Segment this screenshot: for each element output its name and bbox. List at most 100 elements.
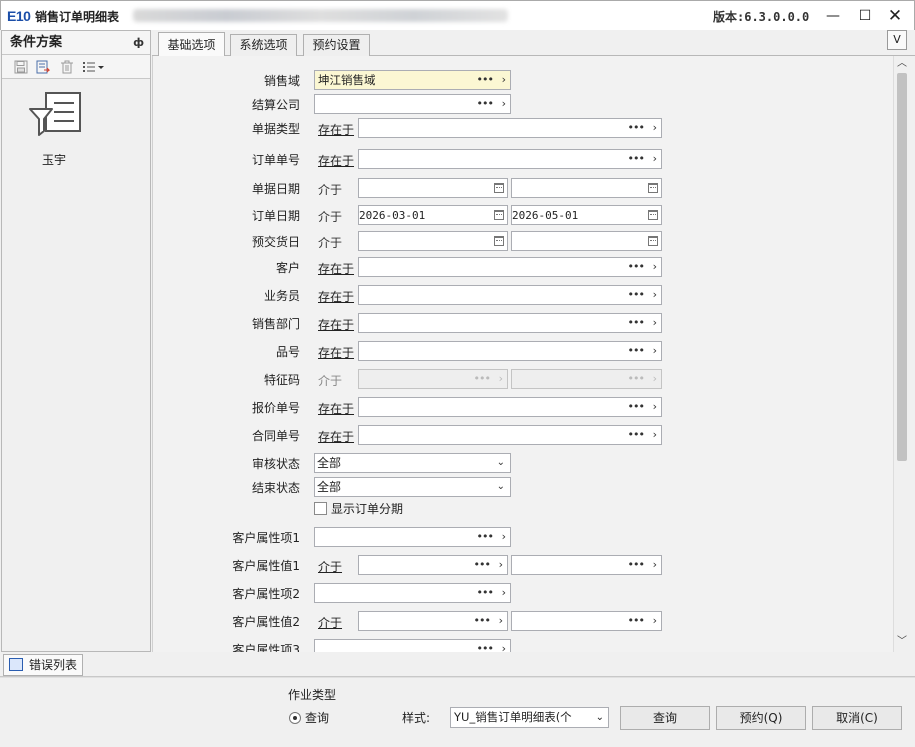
- cust-attr-item2-field[interactable]: ••• ›: [314, 583, 511, 603]
- customer-operator[interactable]: 存在于: [318, 260, 354, 277]
- browse-icon[interactable]: •••: [628, 314, 645, 332]
- close-status-select[interactable]: 全部 ⌄: [314, 477, 511, 497]
- scroll-up-icon[interactable]: ︿: [894, 56, 910, 72]
- chevron-right-icon[interactable]: ›: [499, 556, 503, 574]
- cust-attr-value2-to[interactable]: ••• ›: [511, 611, 662, 631]
- filter-scheme-icon[interactable]: [28, 91, 84, 139]
- minimize-button[interactable]: —: [821, 5, 845, 27]
- save-as-icon[interactable]: [36, 60, 50, 74]
- quote-no-field[interactable]: ••• ›: [358, 397, 662, 417]
- calendar-icon[interactable]: [494, 236, 504, 246]
- doc-type-operator[interactable]: 存在于: [318, 121, 354, 138]
- chevron-right-icon[interactable]: ›: [499, 612, 503, 630]
- tab-error-list[interactable]: 错误列表: [3, 654, 83, 676]
- audit-status-select[interactable]: 全部 ⌄: [314, 453, 511, 473]
- sales-dept-field[interactable]: ••• ›: [358, 313, 662, 333]
- query-button[interactable]: 查询: [620, 706, 710, 730]
- chevron-right-icon[interactable]: ›: [653, 150, 657, 168]
- cust-attr-item1-field[interactable]: ••• ›: [314, 527, 511, 547]
- browse-icon[interactable]: •••: [628, 426, 645, 444]
- calendar-icon[interactable]: [494, 210, 504, 220]
- tab-basic-options[interactable]: 基础选项: [158, 32, 225, 57]
- browse-icon[interactable]: •••: [628, 556, 645, 574]
- order-no-field[interactable]: ••• ›: [358, 149, 662, 169]
- order-date-from[interactable]: 2026-03-01: [358, 205, 508, 225]
- scroll-thumb[interactable]: [897, 73, 907, 461]
- item-no-field[interactable]: ••• ›: [358, 341, 662, 361]
- chevron-right-icon[interactable]: ›: [653, 258, 657, 276]
- cust-attr-value2-operator[interactable]: 介于: [318, 614, 342, 631]
- order-no-operator[interactable]: 存在于: [318, 152, 354, 169]
- chevron-right-icon[interactable]: ›: [653, 286, 657, 304]
- calendar-icon[interactable]: [648, 183, 658, 193]
- cust-attr-value1-to[interactable]: ••• ›: [511, 555, 662, 575]
- cust-attr-item3-field[interactable]: ••• ›: [314, 639, 511, 652]
- order-date-operator[interactable]: 介于: [318, 208, 342, 225]
- tab-system-options[interactable]: 系统选项: [230, 34, 297, 56]
- browse-icon[interactable]: •••: [477, 584, 494, 602]
- chevron-right-icon[interactable]: ›: [653, 426, 657, 444]
- browse-icon[interactable]: •••: [477, 528, 494, 546]
- pin-icon[interactable]: ф: [133, 31, 144, 54]
- chevron-right-icon[interactable]: ›: [653, 119, 657, 137]
- item-no-operator[interactable]: 存在于: [318, 344, 354, 361]
- browse-icon[interactable]: •••: [628, 119, 645, 137]
- calendar-icon[interactable]: [648, 210, 658, 220]
- maximize-button[interactable]: ☐: [853, 5, 877, 27]
- show-installments-checkbox[interactable]: [314, 502, 327, 515]
- doc-type-field[interactable]: ••• ›: [358, 118, 662, 138]
- cust-attr-value1-operator[interactable]: 介于: [318, 558, 342, 575]
- doc-date-to[interactable]: [511, 178, 662, 198]
- close-button[interactable]: ✕: [883, 5, 907, 27]
- sales-dept-operator[interactable]: 存在于: [318, 316, 354, 333]
- query-radio-label[interactable]: 查询: [305, 709, 329, 726]
- chevron-right-icon[interactable]: ›: [502, 528, 506, 546]
- query-radio[interactable]: [289, 712, 301, 724]
- collapse-toggle-button[interactable]: V: [887, 30, 907, 50]
- delivery-date-from[interactable]: [358, 231, 508, 251]
- browse-icon[interactable]: •••: [477, 640, 494, 652]
- customer-field[interactable]: ••• ›: [358, 257, 662, 277]
- salesperson-operator[interactable]: 存在于: [318, 288, 354, 305]
- cust-attr-value1-from[interactable]: ••• ›: [358, 555, 508, 575]
- chevron-right-icon[interactable]: ›: [653, 314, 657, 332]
- delete-icon[interactable]: [60, 60, 74, 74]
- settlement-company-field[interactable]: ••• ›: [314, 94, 511, 114]
- contract-no-field[interactable]: ••• ›: [358, 425, 662, 445]
- browse-icon[interactable]: •••: [628, 258, 645, 276]
- browse-icon[interactable]: •••: [628, 342, 645, 360]
- style-select[interactable]: YU_销售订单明细表(个 ⌄: [450, 707, 609, 728]
- browse-icon[interactable]: •••: [477, 95, 494, 113]
- browse-icon[interactable]: •••: [474, 612, 491, 630]
- browse-icon[interactable]: •••: [628, 286, 645, 304]
- form-scrollbar[interactable]: ︿ ﹀: [893, 56, 909, 652]
- show-installments-label[interactable]: 显示订单分期: [331, 500, 403, 517]
- browse-icon[interactable]: •••: [474, 556, 491, 574]
- chevron-right-icon[interactable]: ›: [653, 556, 657, 574]
- chevron-right-icon[interactable]: ›: [653, 342, 657, 360]
- salesperson-field[interactable]: ••• ›: [358, 285, 662, 305]
- browse-icon[interactable]: •••: [628, 612, 645, 630]
- chevron-right-icon[interactable]: ›: [502, 640, 506, 652]
- list-menu-icon[interactable]: [82, 60, 106, 74]
- chevron-right-icon[interactable]: ›: [502, 584, 506, 602]
- tab-reservation-settings[interactable]: 预约设置: [303, 34, 370, 56]
- save-icon[interactable]: [14, 60, 28, 74]
- cust-attr-value2-from[interactable]: ••• ›: [358, 611, 508, 631]
- order-date-to[interactable]: 2026-05-01: [511, 205, 662, 225]
- quote-no-operator[interactable]: 存在于: [318, 400, 354, 417]
- calendar-icon[interactable]: [648, 236, 658, 246]
- chevron-right-icon[interactable]: ›: [502, 71, 506, 89]
- sales-domain-field[interactable]: 坤江销售域 ••• ›: [314, 70, 511, 90]
- scheme-item-label[interactable]: 玉宇: [42, 151, 66, 168]
- scroll-down-icon[interactable]: ﹀: [894, 634, 910, 650]
- chevron-right-icon[interactable]: ›: [653, 612, 657, 630]
- calendar-icon[interactable]: [494, 183, 504, 193]
- cancel-button[interactable]: 取消(C): [812, 706, 902, 730]
- delivery-date-operator[interactable]: 介于: [318, 234, 342, 251]
- browse-icon[interactable]: •••: [477, 71, 494, 89]
- chevron-right-icon[interactable]: ›: [653, 398, 657, 416]
- reserve-button[interactable]: 预约(Q): [716, 706, 806, 730]
- browse-icon[interactable]: •••: [628, 150, 645, 168]
- contract-no-operator[interactable]: 存在于: [318, 428, 354, 445]
